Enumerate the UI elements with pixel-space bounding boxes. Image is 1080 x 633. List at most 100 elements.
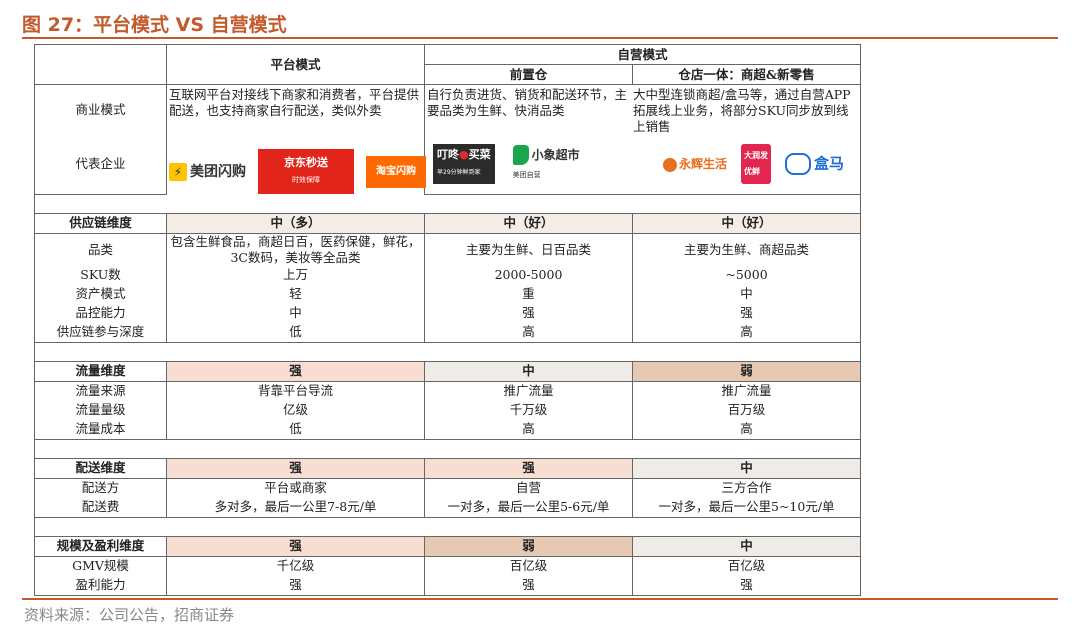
business-model-label: 商业模式 xyxy=(34,84,167,136)
section-rating: 中（好） xyxy=(631,212,862,234)
row-value: 百亿级 xyxy=(631,556,862,576)
meituan-logo: ⚡ 美团闪购 xyxy=(169,162,246,181)
row-label: 品控能力 xyxy=(34,303,167,323)
section-rating: 中 xyxy=(424,360,633,382)
figure-title: 图 27：平台模式 VS 自营模式 xyxy=(22,14,287,36)
table-row: SKU数 上万 2000-5000 ~5000 xyxy=(34,265,862,285)
row-value: 多对多，最后一公里7-8元/单 xyxy=(166,497,425,518)
table-row: 品类 包含生鲜食品，商超日百，医药保健，鲜花，3C数码，美妆等全品类 主要为生鲜、日… xyxy=(34,233,862,266)
spacer-cell xyxy=(33,517,862,537)
spacer-cell xyxy=(33,194,862,214)
jd-logo: 京东秒送 时效保障 xyxy=(257,149,354,194)
table-row: 品控能力中强强 xyxy=(34,303,862,323)
row-label: GMV规模 xyxy=(34,556,167,576)
table-row: 流量来源 背靠平台导流 推广流量 推广流量 xyxy=(34,381,862,401)
section-rating: 中（多） xyxy=(166,212,425,234)
section-rating: 强 xyxy=(166,457,425,479)
row-value: 强 xyxy=(424,575,633,596)
row-label: 流量来源 xyxy=(34,381,167,401)
table-row: 盈利能力强强强 xyxy=(34,575,862,596)
row-value: 上万 xyxy=(166,265,425,285)
row-value: 低 xyxy=(166,419,425,440)
store-business-text: 大中型连锁商超/盒马等，通过自营APP拓展线上业务，将部分SKU同步放到线上销售 xyxy=(633,87,851,134)
section-rating: 中 xyxy=(631,457,862,479)
row-value: 2000-5000 xyxy=(424,265,633,285)
section-header-row: 流量维度强中弱 xyxy=(34,360,862,382)
section-rating: 弱 xyxy=(424,535,633,557)
table-row: 供应链参与深度低高高 xyxy=(34,322,862,343)
row-value: 高 xyxy=(631,322,862,343)
title-rule xyxy=(22,37,1058,39)
yonghui-logo: 永辉生活 xyxy=(663,156,727,172)
section-rating: 中 xyxy=(631,535,862,557)
row-value: ~5000 xyxy=(631,265,862,285)
row-value: 一对多，最后一公里5-6元/单 xyxy=(424,497,633,518)
bottom-rule xyxy=(22,598,1058,600)
row-value: 强 xyxy=(424,303,633,323)
spacer-cell xyxy=(33,439,862,459)
section-spacer xyxy=(33,194,862,214)
table-row: 配送方 平台或商家 自营 三方合作 xyxy=(34,478,862,498)
row-value: 低 xyxy=(166,322,425,343)
row-value: 高 xyxy=(424,419,633,440)
row-value: 高 xyxy=(631,419,862,440)
row-value: 一对多，最后一公里5~10元/单 xyxy=(631,497,862,518)
section-title: 流量维度 xyxy=(34,360,167,382)
row-value: 百亿级 xyxy=(424,556,633,576)
xiaoxiang-logo: 小象超市 美团自营 xyxy=(512,145,580,183)
section-header-row: 供应链维度 中（多） 中（好） 中（好） xyxy=(34,212,862,234)
header-self: 自营模式 xyxy=(423,44,862,65)
store-logos: 永辉生活 大润发 优鲜 盒马 xyxy=(633,144,855,185)
platform-business-cell: 互联网平台对接线下商家和消费者，平台提供配送，也支持商家自行配送，类似外卖 ⚡ 美… xyxy=(166,84,426,194)
row-label: 供应链参与深度 xyxy=(34,322,167,343)
section-rating: 强 xyxy=(166,360,425,382)
runfa-logo: 大润发 优鲜 xyxy=(741,144,771,185)
row-value: 强 xyxy=(166,575,425,596)
row-value: 背靠平台导流 xyxy=(166,381,425,401)
yonghui-icon xyxy=(663,157,677,172)
section-spacer xyxy=(33,342,862,362)
section-title: 供应链维度 xyxy=(34,212,167,234)
row-value: 主要为生鲜、日百品类 xyxy=(424,233,633,266)
table-row: GMV规模 千亿级 百亿级 百亿级 xyxy=(34,556,862,576)
section-rating: 弱 xyxy=(631,360,862,382)
platform-logos: ⚡ 美团闪购 京东秒送 时效保障 淘宝闪购 xyxy=(169,149,426,194)
table-row: 资产模式轻重中 xyxy=(34,284,862,304)
row-label: 配送费 xyxy=(34,497,167,518)
taobao-logo: 淘宝闪购 xyxy=(365,155,426,188)
row-value: 百万级 xyxy=(631,400,862,420)
table-row: 流量成本低高高 xyxy=(34,419,862,440)
hippo-icon xyxy=(784,153,811,176)
row-value: 主要为生鲜、商超品类 xyxy=(631,233,862,266)
self-logos-cell: 叮咚●买菜 早29分钟鲜到家 小象超市 美团自营 永辉生活 大润发 优鲜 盒马 xyxy=(423,135,862,195)
section-rating: 中（好） xyxy=(424,212,633,234)
table-row: 配送费 多对多，最后一公里7-8元/单 一对多，最后一公里5-6元/单 一对多，最后一… xyxy=(34,497,862,518)
row-label: 流量成本 xyxy=(34,419,167,440)
row-label: 资产模式 xyxy=(34,284,167,304)
platform-business-text: 互联网平台对接线下商家和消费者，平台提供配送，也支持商家自行配送，类似外卖 xyxy=(169,87,420,118)
row-value: 千万级 xyxy=(424,400,633,420)
row-value: 轻 xyxy=(166,284,425,304)
header-platform: 平台模式 xyxy=(166,44,425,85)
section-header-row: 规模及盈利维度强弱中 xyxy=(34,535,862,557)
xiaoxiang-icon xyxy=(512,145,529,166)
row-value: 包含生鲜食品，商超日百，医药保健，鲜花，3C数码，美妆等全品类 xyxy=(166,233,425,266)
spacer-cell xyxy=(33,342,862,362)
corner-cell-2 xyxy=(34,64,167,85)
front-business-text: 自行负责进货、销货和配送环节，主要品类为生鲜、快消品类 xyxy=(427,87,628,118)
table-row: 流量量级 亿级 千万级 百万级 xyxy=(34,400,862,420)
row-value: 强 xyxy=(631,575,862,596)
section-title: 规模及盈利维度 xyxy=(34,535,167,557)
row-value: 中 xyxy=(166,303,425,323)
row-value: 强 xyxy=(631,303,862,323)
row-value: 高 xyxy=(424,322,633,343)
row-value: 亿级 xyxy=(166,400,425,420)
section-spacer xyxy=(33,439,862,459)
dingdong-logo: 叮咚●买菜 早29分钟鲜到家 xyxy=(433,144,495,185)
row-value: 自营 xyxy=(424,478,633,498)
row-value: 推广流量 xyxy=(424,381,633,401)
section-rating: 强 xyxy=(166,535,425,557)
row-label: 流量量级 xyxy=(34,400,167,420)
row-value: 重 xyxy=(424,284,633,304)
self-business-cell: 自行负责进货、销货和配送环节，主要品类为生鲜、快消品类 大中型连锁商超/盒马等，… xyxy=(423,84,862,136)
